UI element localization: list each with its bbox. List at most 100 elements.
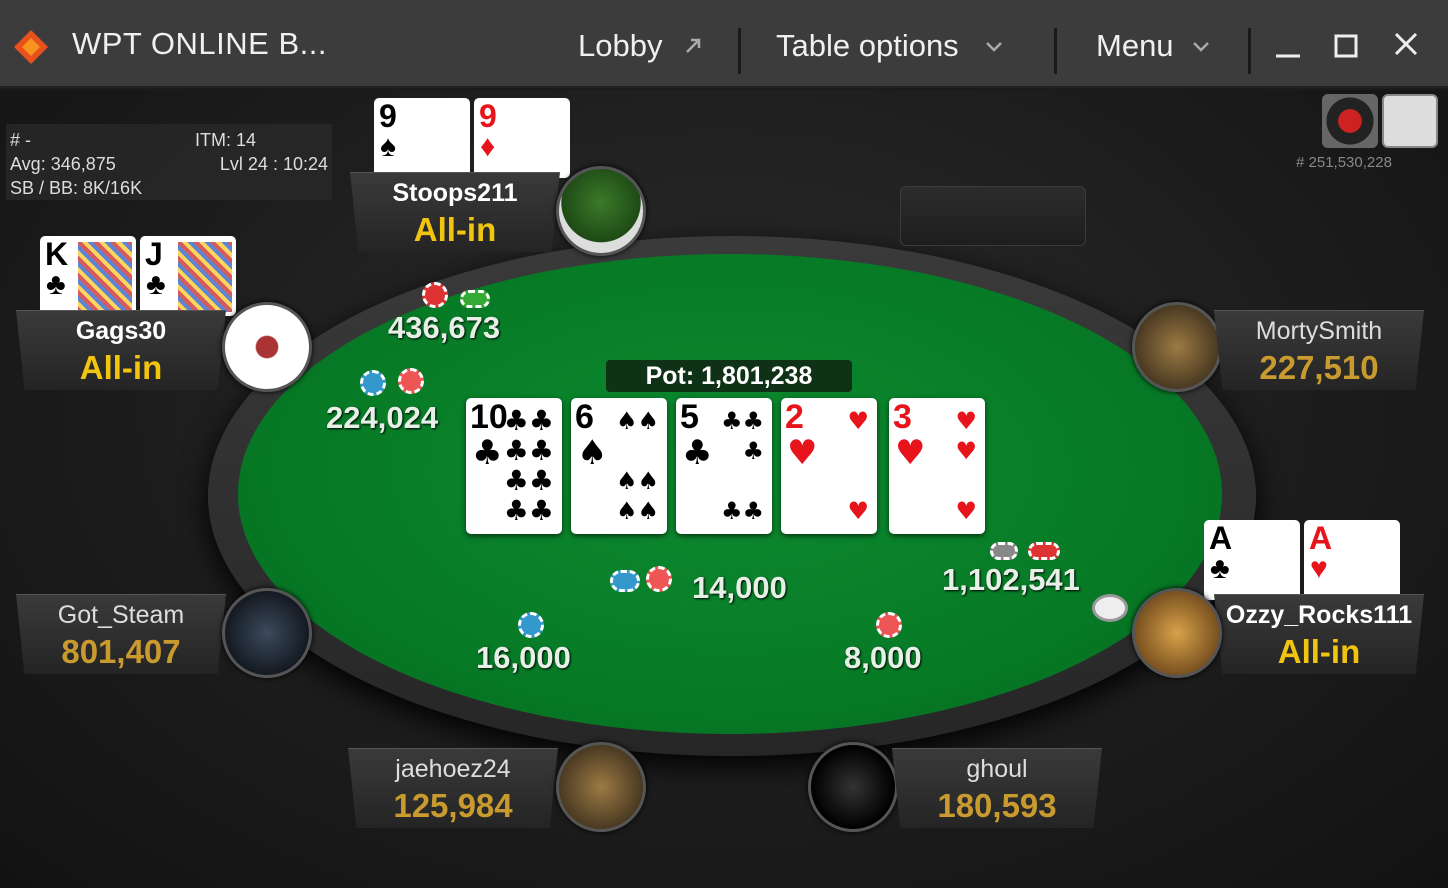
player-plate[interactable]: MortySmith 227,510 — [1214, 310, 1424, 390]
menu-label: Menu — [1096, 28, 1174, 63]
chip-icon — [610, 570, 640, 592]
player-name: Stoops211 — [392, 179, 518, 207]
avatar[interactable] — [556, 166, 646, 256]
player-name: jaehoez24 — [395, 755, 511, 783]
card-rank: 2 — [785, 398, 804, 436]
chevron-down-icon — [985, 42, 1002, 52]
chip-icon — [876, 612, 902, 638]
hole-card: 9 ♦ — [474, 98, 570, 178]
title-bar: WPT ONLINE B... Lobby Table options Menu — [0, 0, 1448, 88]
board-card: 3 ♥ ♥ ♥ ♥ — [889, 398, 985, 534]
lobby-button[interactable]: Lobby — [578, 28, 704, 64]
minimize-icon[interactable] — [1266, 22, 1310, 68]
player-status: All-in — [413, 211, 497, 248]
bet-amount: 16,000 — [476, 640, 571, 675]
tournament-info-panel: # - ITM: 14 Avg: 346,875 Lvl 24 : 10:24 SB… — [6, 124, 332, 200]
card-rank: 5 — [680, 398, 699, 436]
player-name: Got_Steam — [57, 601, 185, 629]
player-plate[interactable]: Stoops211 All-in — [350, 172, 560, 252]
chip-icon — [398, 368, 424, 394]
maximize-icon[interactable] — [1324, 22, 1368, 68]
poker-table-window: WPT ONLINE B... Lobby Table options Menu… — [0, 0, 1448, 888]
tournament-number: # - — [10, 130, 32, 150]
player-plate[interactable]: ghoul 180,593 — [892, 748, 1102, 828]
average-stack: Avg: 346,875 — [10, 154, 116, 174]
card-suit: ♥ — [1310, 552, 1328, 585]
player-name: MortySmith — [1255, 317, 1383, 345]
avatar[interactable] — [1132, 302, 1222, 392]
chip-icon — [646, 566, 672, 592]
itm-text: ITM: 14 — [194, 130, 256, 150]
player-stack: 801,407 — [61, 633, 181, 670]
card-suit: ♣ — [1210, 552, 1230, 585]
card-pips: ♥ ♥ — [847, 407, 869, 525]
player-plate[interactable]: Ozzy_Rocks111 All-in — [1214, 594, 1424, 674]
bet-amount: 8,000 — [844, 640, 922, 675]
avatar[interactable] — [222, 302, 312, 392]
hole-card: 9 ♠ — [374, 98, 470, 178]
chip-icon — [460, 290, 490, 308]
avatar[interactable] — [808, 742, 898, 832]
player-stack: 180,593 — [937, 787, 1057, 824]
card-pips: ♣♣ ♣♣ ♣♣ ♣♣ — [503, 404, 554, 527]
dealer-button — [1092, 594, 1128, 622]
external-link-icon — [686, 38, 701, 53]
card-rank: 9 — [379, 98, 397, 134]
separator — [738, 28, 741, 74]
player-name: Gags30 — [75, 317, 167, 345]
chip-icon — [1028, 542, 1060, 560]
pot-label: Pot: 1,801,238 — [606, 360, 852, 392]
player-stack: 227,510 — [1259, 349, 1379, 386]
board-card: 5 ♣ ♣♣ ♣ ♣♣ — [676, 398, 772, 534]
lobby-label: Lobby — [578, 28, 663, 63]
player-plate[interactable]: jaehoez24 125,984 — [348, 748, 558, 828]
separator — [1248, 28, 1251, 74]
card-rank: K — [45, 236, 69, 272]
card-pips: ♥ ♥ ♥ — [955, 407, 977, 525]
avatar[interactable] — [222, 588, 312, 678]
roulette-icon[interactable] — [1322, 94, 1378, 148]
card-suit: ♣ — [146, 268, 166, 301]
player-name: Ozzy_Rocks111 — [1225, 601, 1413, 629]
face-card-art — [78, 242, 132, 312]
card-suit: ♠ — [380, 130, 396, 163]
chip-icon — [518, 612, 544, 638]
table-options-button[interactable]: Table options — [776, 28, 1005, 64]
level-timer: Lvl 24 : 10:24 — [219, 154, 328, 174]
partypoker-logo-icon — [14, 30, 48, 64]
card-rank: 9 — [479, 98, 497, 134]
avatar[interactable] — [556, 742, 646, 832]
card-rank: J — [145, 236, 163, 272]
player-plate[interactable]: Got_Steam 801,407 — [16, 594, 226, 674]
table-options-label: Table options — [776, 28, 959, 63]
card-rank: A — [1309, 520, 1333, 556]
close-icon[interactable] — [1384, 22, 1428, 68]
empty-seat-box — [900, 186, 1086, 246]
card-suit: ♣ — [46, 268, 66, 301]
hole-card: A ♥ — [1304, 520, 1400, 600]
card-suit: ♦ — [480, 130, 496, 163]
menu-button[interactable]: Menu — [1096, 28, 1212, 64]
card-pips: ♣♣ ♣ ♣♣ — [720, 407, 764, 525]
avatar[interactable] — [1132, 588, 1222, 678]
bet-amount: 14,000 — [692, 570, 787, 605]
chip-icon — [422, 282, 448, 308]
card-rank: 3 — [893, 398, 912, 436]
card-pips: ♠♠ ♠♠ ♠♠ — [615, 407, 659, 525]
chip-icon — [360, 370, 386, 396]
card-rank: 6 — [575, 398, 594, 436]
chip-icon — [990, 542, 1018, 560]
cards-game-icon[interactable] — [1382, 94, 1438, 148]
bet-amount: 1,102,541 — [942, 562, 1080, 597]
player-name: ghoul — [966, 755, 1028, 783]
hole-card: J ♣ — [140, 236, 236, 316]
board-card: 6 ♠ ♠♠ ♠♠ ♠♠ — [571, 398, 667, 534]
player-stack: 125,984 — [393, 787, 513, 824]
board-card: 2 ♥ ♥ ♥ — [781, 398, 877, 534]
bet-amount: 224,024 — [326, 400, 439, 435]
hole-card: K ♣ — [40, 236, 136, 316]
player-status: All-in — [1277, 633, 1361, 670]
bet-amount: 436,673 — [388, 310, 501, 345]
board-card: 10 ♣ ♣♣ ♣♣ ♣♣ ♣♣ — [466, 398, 562, 534]
player-plate[interactable]: Gags30 All-in — [16, 310, 226, 390]
